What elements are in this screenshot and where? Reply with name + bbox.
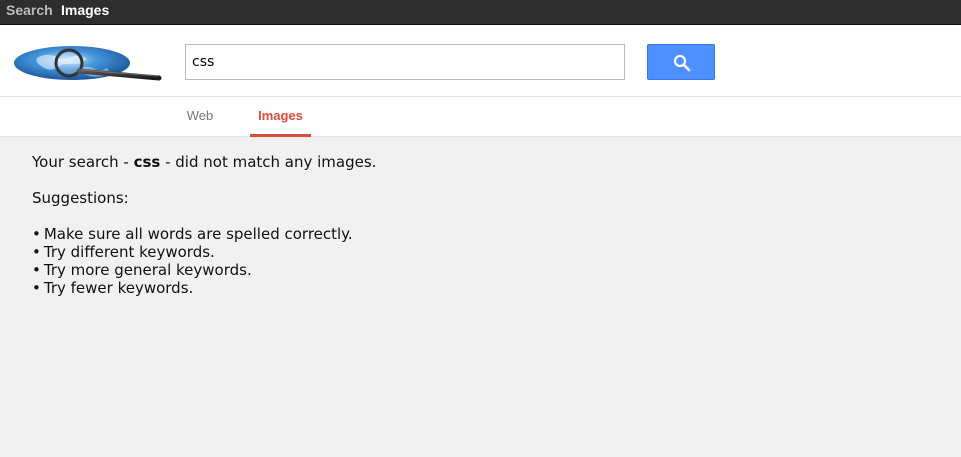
- suggestion-item: • Make sure all words are spelled correct…: [32, 225, 932, 243]
- search-header: [0, 25, 961, 96]
- suggestions-title: Suggestions:: [32, 189, 129, 207]
- no-results-message: Your search - css - did not match any im…: [32, 153, 932, 171]
- suggestion-item: • Try more general keywords.: [32, 261, 932, 279]
- search-query: css: [133, 153, 161, 171]
- suggestion-text: Try more general keywords.: [43, 261, 252, 279]
- search-tabs: Web Images: [0, 96, 961, 137]
- message-suffix: - did not match any images.: [160, 153, 377, 171]
- no-results-panel: Your search - css - did not match any im…: [32, 153, 932, 297]
- top-navigation-bar: Search Images: [0, 0, 961, 25]
- search-input[interactable]: [185, 44, 625, 80]
- suggestion-text: Make sure all words are spelled correctl…: [43, 225, 353, 243]
- bullet-icon: •: [32, 243, 41, 261]
- suggestion-text: Try different keywords.: [43, 243, 215, 261]
- suggestion-item: • Try different keywords.: [32, 243, 932, 261]
- tab-images[interactable]: Images: [250, 97, 311, 137]
- suggestion-item: • Try fewer keywords.: [32, 279, 932, 297]
- search-icon: [673, 54, 691, 72]
- bullet-icon: •: [32, 279, 41, 297]
- nav-link-images[interactable]: Images: [61, 2, 109, 18]
- suggestions-list: • Make sure all words are spelled correct…: [32, 225, 932, 297]
- suggestion-text: Try fewer keywords.: [43, 279, 194, 297]
- search-button[interactable]: [647, 44, 715, 80]
- globe-magnifier-logo-icon[interactable]: [9, 44, 165, 83]
- bullet-icon: •: [32, 225, 41, 243]
- nav-link-search[interactable]: Search: [6, 2, 53, 18]
- bullet-icon: •: [32, 261, 41, 279]
- tab-web[interactable]: Web: [179, 97, 221, 137]
- message-prefix: Your search -: [32, 153, 134, 171]
